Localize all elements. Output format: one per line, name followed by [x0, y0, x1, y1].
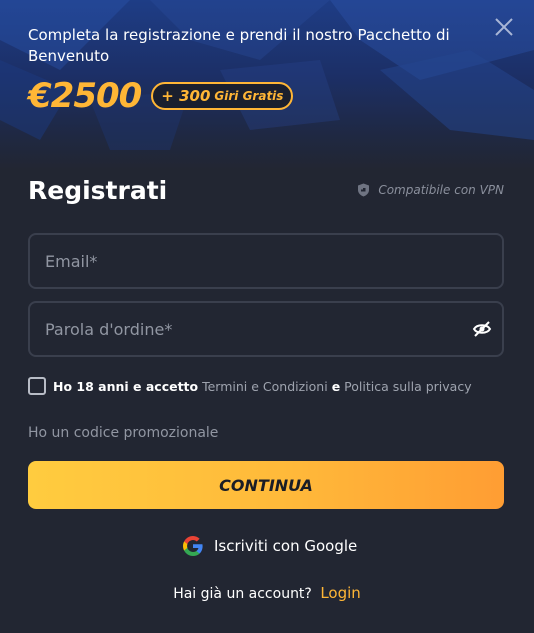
privacy-link[interactable]: Politica sulla privacy [344, 379, 471, 394]
terms-row: Ho 18 anni e accetto Termini e Condizion… [28, 377, 472, 395]
google-signup-button[interactable]: Iscriviti con Google [182, 535, 357, 557]
email-field[interactable] [45, 251, 445, 271]
login-link[interactable]: Login [320, 584, 360, 602]
account-question: Hai già un account? [173, 586, 312, 602]
close-icon [495, 18, 513, 36]
vpn-badge: Compatibile con VPN [357, 183, 504, 197]
form-title: Registrati [28, 176, 168, 205]
bonus-row: €2500 + 300 Giri Gratis [28, 76, 294, 116]
promo-code-link[interactable]: Ho un codice promozionale [28, 425, 218, 441]
free-spins-number: + 300 [161, 87, 211, 105]
bonus-amount: €2500 [28, 76, 142, 116]
terms-conjunction: e [331, 378, 341, 394]
terms-checkbox[interactable] [28, 377, 46, 395]
terms-link[interactable]: Termini e Condizioni [202, 379, 328, 394]
terms-prefix: Ho 18 anni e accetto [53, 378, 199, 394]
email-field-wrapper [28, 233, 504, 289]
eye-off-icon[interactable] [472, 320, 492, 338]
password-field[interactable] [45, 319, 445, 339]
vpn-label: Compatibile con VPN [378, 183, 504, 197]
free-spins-badge: + 300 Giri Gratis [151, 82, 294, 110]
shield-icon [358, 183, 370, 197]
login-prompt: Hai già un account? Login [0, 584, 534, 602]
free-spins-text: Giri Gratis [214, 89, 284, 103]
promo-banner: Completa la registrazione e prendi il no… [0, 0, 534, 170]
close-button[interactable] [491, 14, 517, 40]
continue-button[interactable]: CONTINUA [28, 461, 504, 509]
google-icon [183, 536, 203, 556]
registration-modal: Completa la registrazione e prendi il no… [0, 0, 534, 633]
password-field-wrapper [28, 301, 504, 357]
banner-text: Completa la registrazione e prendi il no… [28, 26, 450, 65]
google-label: Iscriviti con Google [214, 537, 358, 555]
